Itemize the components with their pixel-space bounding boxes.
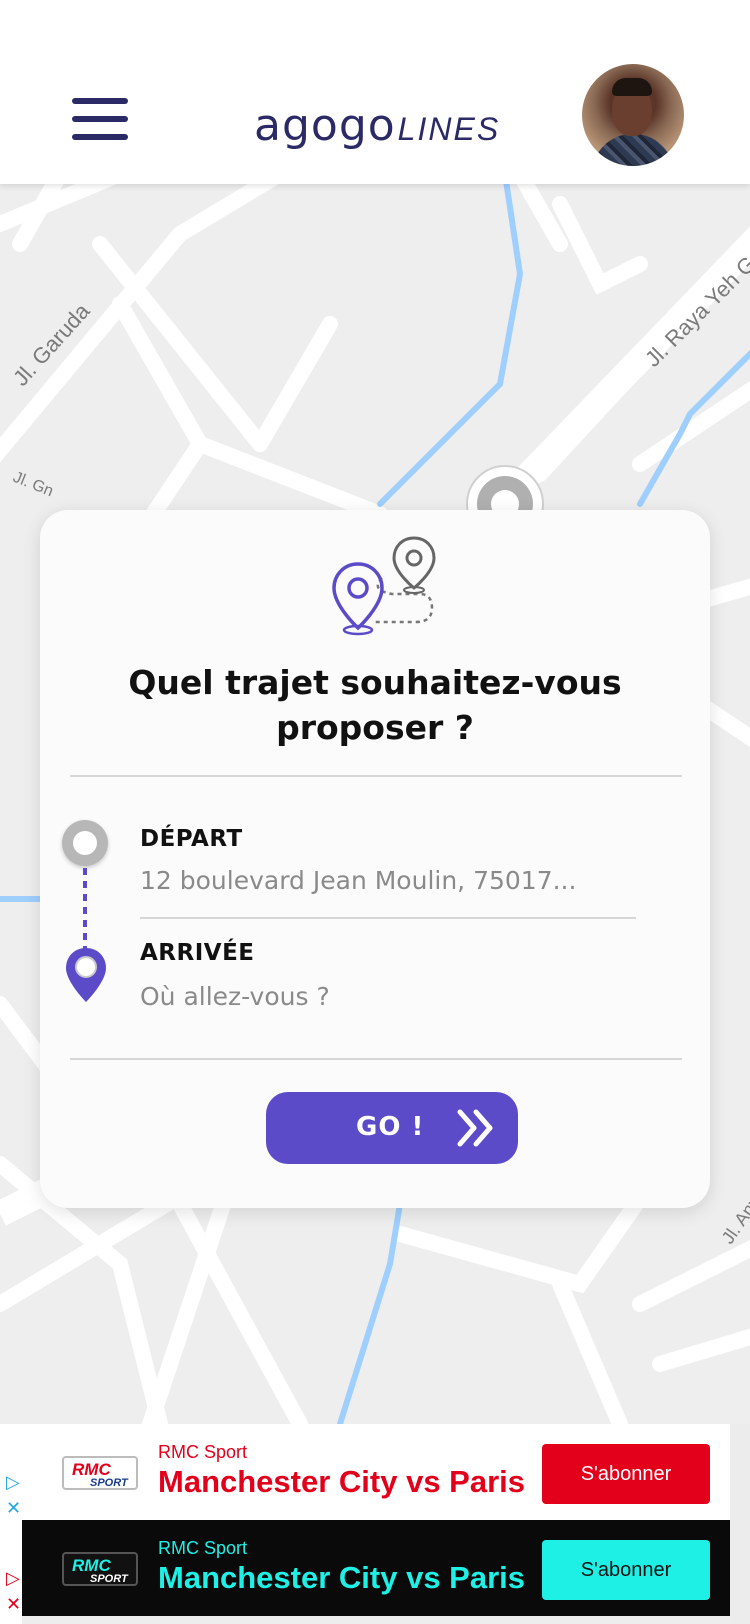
arrival-label: ARRIVÉE	[140, 940, 255, 966]
divider	[70, 775, 682, 777]
logo-sub-text: LINES	[397, 111, 501, 147]
ad-close-icon[interactable]: ✕	[6, 1594, 21, 1615]
ad-logo: RMC SPORT	[62, 1552, 138, 1586]
ad-cta-button[interactable]: S'abonner	[542, 1540, 710, 1600]
app-header: agogo LINES	[0, 0, 750, 184]
departure-input[interactable]: 12 boulevard Jean Moulin, 75017...	[140, 866, 610, 895]
departure-label: DÉPART	[140, 826, 243, 852]
ad-brand: RMC Sport	[158, 1538, 248, 1558]
logo-main-text: agogo	[254, 100, 396, 151]
svg-text:SPORT: SPORT	[90, 1477, 129, 1488]
arrival-input[interactable]: Où allez-vous ?	[140, 982, 610, 1011]
departure-marker-icon	[62, 820, 108, 866]
ad-edge	[730, 1424, 750, 1624]
app-logo: agogo LINES	[254, 100, 501, 151]
ad-info-icon[interactable]: ▷	[6, 1568, 20, 1589]
trip-card: Quel trajet souhaitez-vous proposer ? DÉ…	[40, 510, 710, 1208]
ad-banner[interactable]: RMC SPORT RMC Sport Manchester City vs P…	[22, 1520, 730, 1616]
go-button-label: GO !	[356, 1112, 425, 1142]
arrival-marker-icon	[66, 948, 106, 1002]
hamburger-menu-icon[interactable]	[72, 98, 128, 142]
ad-choices-strip: ▷ ✕ ▷ ✕	[0, 1424, 22, 1624]
ad-info-icon[interactable]: ▷	[6, 1472, 20, 1493]
go-button[interactable]: GO !	[266, 1092, 518, 1164]
svg-text:SPORT: SPORT	[90, 1573, 129, 1584]
route-pins-icon	[332, 536, 436, 636]
ad-headline: Manchester City vs Paris	[158, 1560, 526, 1595]
ad-close-icon[interactable]: ✕	[6, 1498, 21, 1519]
card-title: Quel trajet souhaitez-vous proposer ?	[128, 663, 622, 747]
ad-headline: Manchester City vs Paris	[158, 1464, 526, 1499]
ad-cta-button[interactable]: S'abonner	[542, 1444, 710, 1504]
user-avatar[interactable]	[582, 64, 684, 166]
double-chevron-right-icon	[457, 1109, 493, 1147]
divider	[140, 917, 636, 919]
route-connector	[83, 868, 87, 954]
ad-brand: RMC Sport	[158, 1442, 248, 1462]
ad-logo: RMC SPORT	[62, 1456, 138, 1490]
ad-banner[interactable]: RMC SPORT RMC Sport Manchester City vs P…	[22, 1424, 730, 1520]
divider	[70, 1058, 682, 1060]
